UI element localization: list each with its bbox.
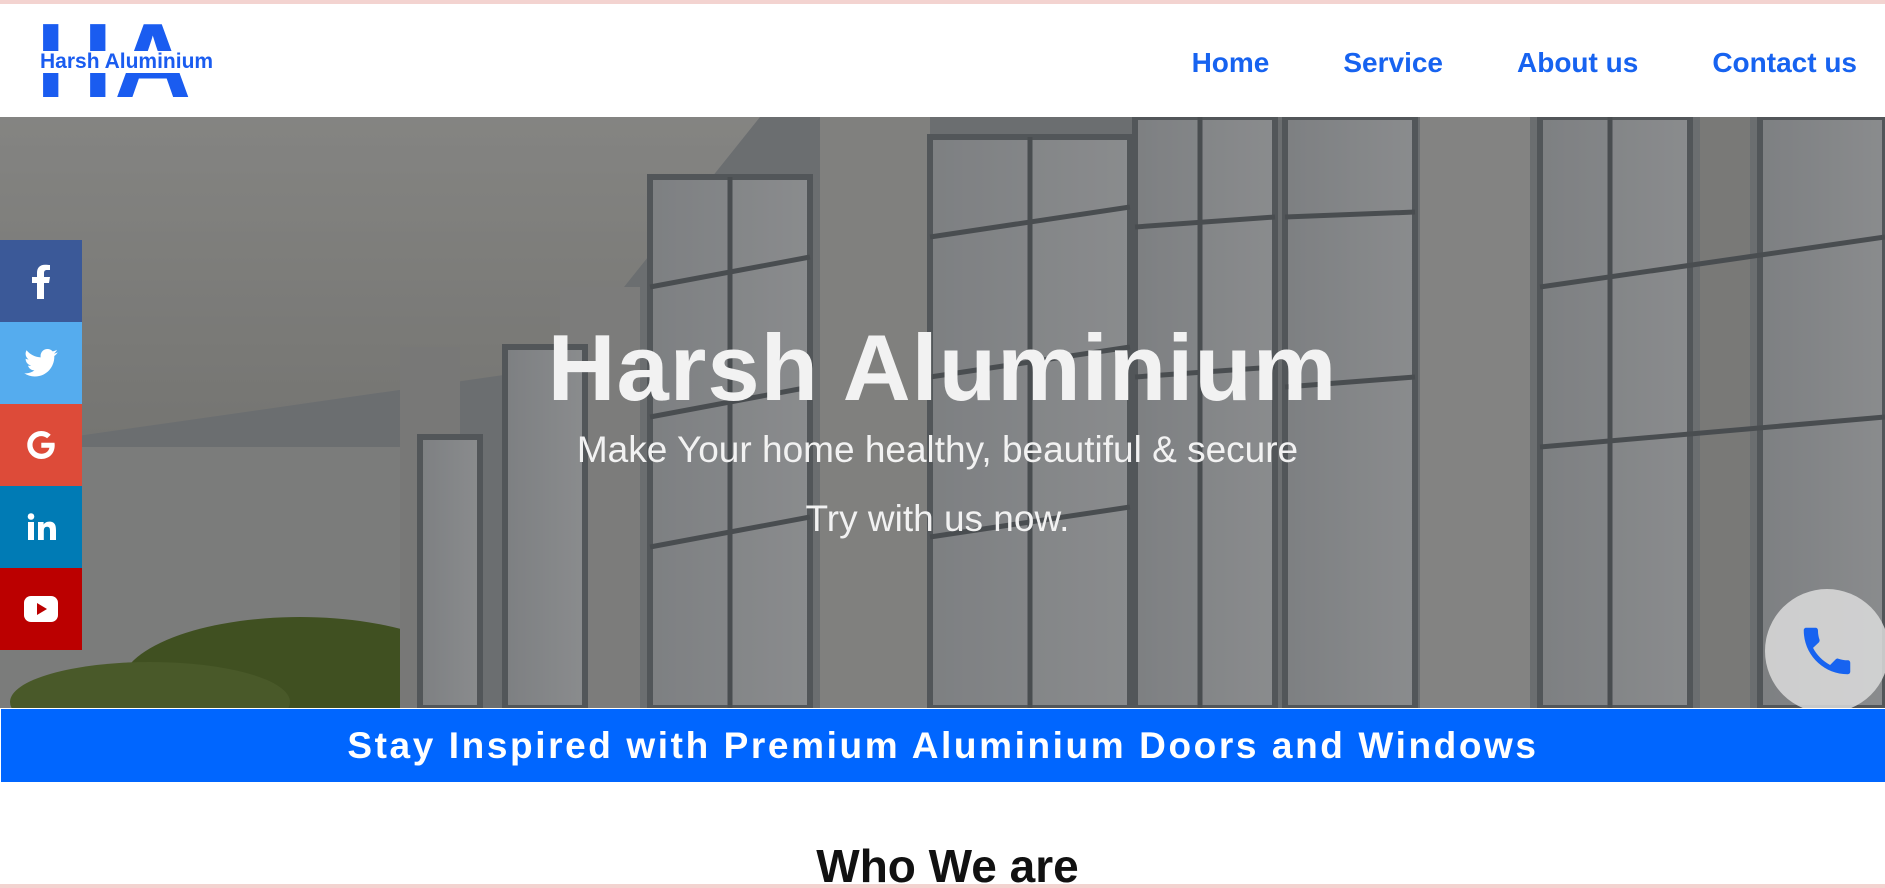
- hero-cta-text: Try with us now.: [805, 498, 1070, 539]
- twitter-link[interactable]: [0, 322, 82, 404]
- nav-contact-link[interactable]: Contact us: [1712, 44, 1857, 82]
- phone-icon: [1803, 627, 1851, 675]
- promo-banner-text: Stay Inspired with Premium Aluminium Doo…: [347, 724, 1539, 766]
- facebook-link[interactable]: [0, 240, 82, 322]
- hero-subtitle: Make Your home healthy, beautiful & secu…: [576, 429, 1299, 470]
- nav-about-link[interactable]: About us: [1517, 44, 1638, 82]
- google-icon: [27, 431, 55, 459]
- linkedin-icon: [27, 513, 56, 540]
- youtube-icon: [24, 596, 58, 622]
- hero-section: Harsh Aluminium Make Your home healthy, …: [0, 117, 1885, 708]
- promo-banner: Stay Inspired with Premium Aluminium Doo…: [1, 708, 1885, 782]
- nav-service-link[interactable]: Service: [1343, 44, 1443, 82]
- logo-name: Harsh Aluminium: [38, 50, 216, 73]
- who-we-are-heading: Who We are: [816, 840, 1079, 888]
- linkedin-link[interactable]: [0, 486, 82, 568]
- google-link[interactable]: [0, 404, 82, 486]
- hero-title: Harsh Aluminium: [547, 315, 1338, 420]
- window-frame-bottom: [0, 884, 1885, 888]
- page: HA Harsh Aluminium Home Service About us…: [0, 0, 1885, 888]
- site-logo[interactable]: HA Harsh Aluminium: [36, 8, 220, 114]
- youtube-link[interactable]: [0, 568, 82, 650]
- nav-home-link[interactable]: Home: [1192, 44, 1270, 82]
- social-sidebar: [0, 240, 82, 650]
- twitter-icon: [24, 349, 58, 377]
- call-button[interactable]: [1765, 589, 1885, 713]
- main-nav: Home Service About us Contact us: [1118, 44, 1857, 82]
- site-header: HA Harsh Aluminium Home Service About us…: [0, 4, 1885, 118]
- facebook-icon: [32, 264, 50, 299]
